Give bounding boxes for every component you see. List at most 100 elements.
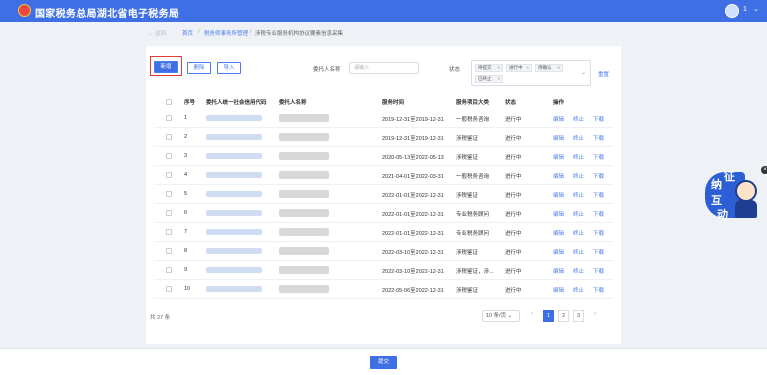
redacted-client-name [279,285,329,293]
status-tag: 待确认 × [535,64,563,72]
terminate-link[interactable]: 终止 [573,229,584,237]
import-button[interactable]: 导入 [217,62,241,74]
close-icon[interactable]: × [526,65,529,71]
user-number[interactable]: 1 [743,6,747,13]
download-link[interactable]: 下载 [593,286,604,294]
main-card: 新增 删除 导入 委托人名称 请输入 状态 待提交 × 进行中 × 待确认 × 已终止… [146,46,621,344]
close-icon[interactable]: × [497,76,500,82]
client-name-input[interactable]: 请输入 [349,62,419,74]
edit-link[interactable]: 编辑 [553,115,564,123]
service-time: 2022-03-10至2022-12-31 [382,250,444,256]
table-row: 9 2022-03-10至2022-12-31 涉税鉴证，涉... 进行中 编辑 终止 下载 [154,261,613,280]
delete-button[interactable]: 删除 [187,62,211,74]
user-avatar-icon[interactable] [725,4,739,18]
download-link[interactable]: 下载 [593,229,604,237]
row-checkbox[interactable] [166,229,172,235]
row-checkbox[interactable] [166,210,172,216]
row-checkbox[interactable] [166,172,172,178]
status-text: 进行中 [505,193,522,199]
edit-link[interactable]: 编辑 [553,267,564,275]
row-checkbox[interactable] [166,134,172,140]
service-time: 2022-03-10至2022-12-31 [382,269,444,275]
download-link[interactable]: 下载 [593,210,604,218]
chevron-down-icon: ⌄ [580,70,586,76]
close-icon[interactable]: × [557,65,560,71]
table-row: 6 2022-01-01至2022-12-31 专业税务顾问 进行中 编辑 终止 下载 [154,204,613,223]
select-all-checkbox[interactable] [166,99,172,105]
table-header: 序号 委托人统一社会信用代码 委托人名称 服务时间 服务项目大类 状态 操作 [154,96,613,108]
terminate-link[interactable]: 终止 [573,210,584,218]
breadcrumb-home[interactable]: 首页 [182,29,193,37]
edit-link[interactable]: 编辑 [553,191,564,199]
tax-interaction-widget[interactable]: 征 纳 互 动 × [705,166,767,224]
col-header: 序号 [184,100,196,106]
download-link[interactable]: 下载 [593,172,604,180]
service-type: 涉税鉴证 [456,136,479,142]
chevron-down-icon[interactable]: ⌄ [753,5,759,13]
reset-link[interactable]: 重置 [598,70,609,78]
service-type: 涉税鉴证 [456,155,479,161]
redacted-client-name [279,209,329,217]
row-checkbox[interactable] [166,248,172,254]
row-checkbox[interactable] [166,191,172,197]
redacted-credit-code [206,134,262,140]
terminate-link[interactable]: 终止 [573,248,584,256]
status-label: 状态 [449,67,461,73]
edit-link[interactable]: 编辑 [553,210,564,218]
prev-page-button[interactable]: ‹ [531,311,533,317]
page-1-button[interactable]: 1 [543,310,554,322]
page-3-button[interactable]: 3 [573,310,584,322]
download-link[interactable]: 下载 [593,191,604,199]
close-icon[interactable]: × [497,65,500,71]
download-link[interactable]: 下载 [593,248,604,256]
row-checkbox[interactable] [166,267,172,273]
redacted-credit-code [206,210,262,216]
terminate-link[interactable]: 终止 [573,134,584,142]
page-size-select[interactable]: 10 条/页 ⌄ [482,310,520,322]
status-select[interactable]: 待提交 × 进行中 × 待确认 × 已终止 × ⌄ [471,60,591,86]
service-time: 2020-05-13至2022-05-13 [382,155,444,161]
terminate-link[interactable]: 终止 [573,191,584,199]
service-time: 2022-05-06至2022-12-31 [382,288,444,294]
edit-link[interactable]: 编辑 [553,248,564,256]
terminate-link[interactable]: 终止 [573,153,584,161]
edit-link[interactable]: 编辑 [553,134,564,142]
add-button[interactable]: 新增 [154,61,178,73]
site-title: 国家税务总局湖北省电子税务局 [35,9,180,20]
back-link[interactable]: ← 返回 [148,29,166,37]
status-text: 进行中 [505,269,522,275]
download-link[interactable]: 下载 [593,267,604,275]
terminate-link[interactable]: 终止 [573,172,584,180]
download-link[interactable]: 下载 [593,153,604,161]
edit-link[interactable]: 编辑 [553,286,564,294]
redacted-client-name [279,247,329,255]
breadcrumb-tax-firm-mgmt[interactable]: 税务师事务所管理 [204,29,248,37]
service-type: 专业税务顾问 [456,231,490,237]
next-page-button[interactable]: › [594,311,596,317]
widget-char: 征 [724,171,735,183]
terminate-link[interactable]: 终止 [573,267,584,275]
redacted-credit-code [206,153,262,159]
edit-link[interactable]: 编辑 [553,172,564,180]
download-link[interactable]: 下载 [593,134,604,142]
close-icon[interactable]: × [761,166,767,174]
widget-char: 动 [717,209,728,221]
terminate-link[interactable]: 终止 [573,115,584,123]
row-checkbox[interactable] [166,286,172,292]
row-checkbox[interactable] [166,115,172,121]
table-row: 4 2021-04-01至2022-03-31 一般税务咨询 进行中 编辑 终止 下载 [154,166,613,185]
redacted-client-name [279,266,329,274]
edit-link[interactable]: 编辑 [553,229,564,237]
service-type: 涉税鉴证 [456,193,479,199]
status-text: 进行中 [505,250,522,256]
edit-link[interactable]: 编辑 [553,153,564,161]
status-tag: 待提交 × [475,64,503,72]
table-row: 8 2022-03-10至2022-12-31 涉税鉴证 进行中 编辑 终止 下载 [154,242,613,261]
terminate-link[interactable]: 终止 [573,286,584,294]
col-header: 服务项目大类 [456,100,490,106]
download-link[interactable]: 下载 [593,115,604,123]
page-2-button[interactable]: 2 [558,310,569,322]
col-header: 服务时间 [382,100,405,106]
submit-button[interactable]: 提交 [370,356,397,369]
row-checkbox[interactable] [166,153,172,159]
